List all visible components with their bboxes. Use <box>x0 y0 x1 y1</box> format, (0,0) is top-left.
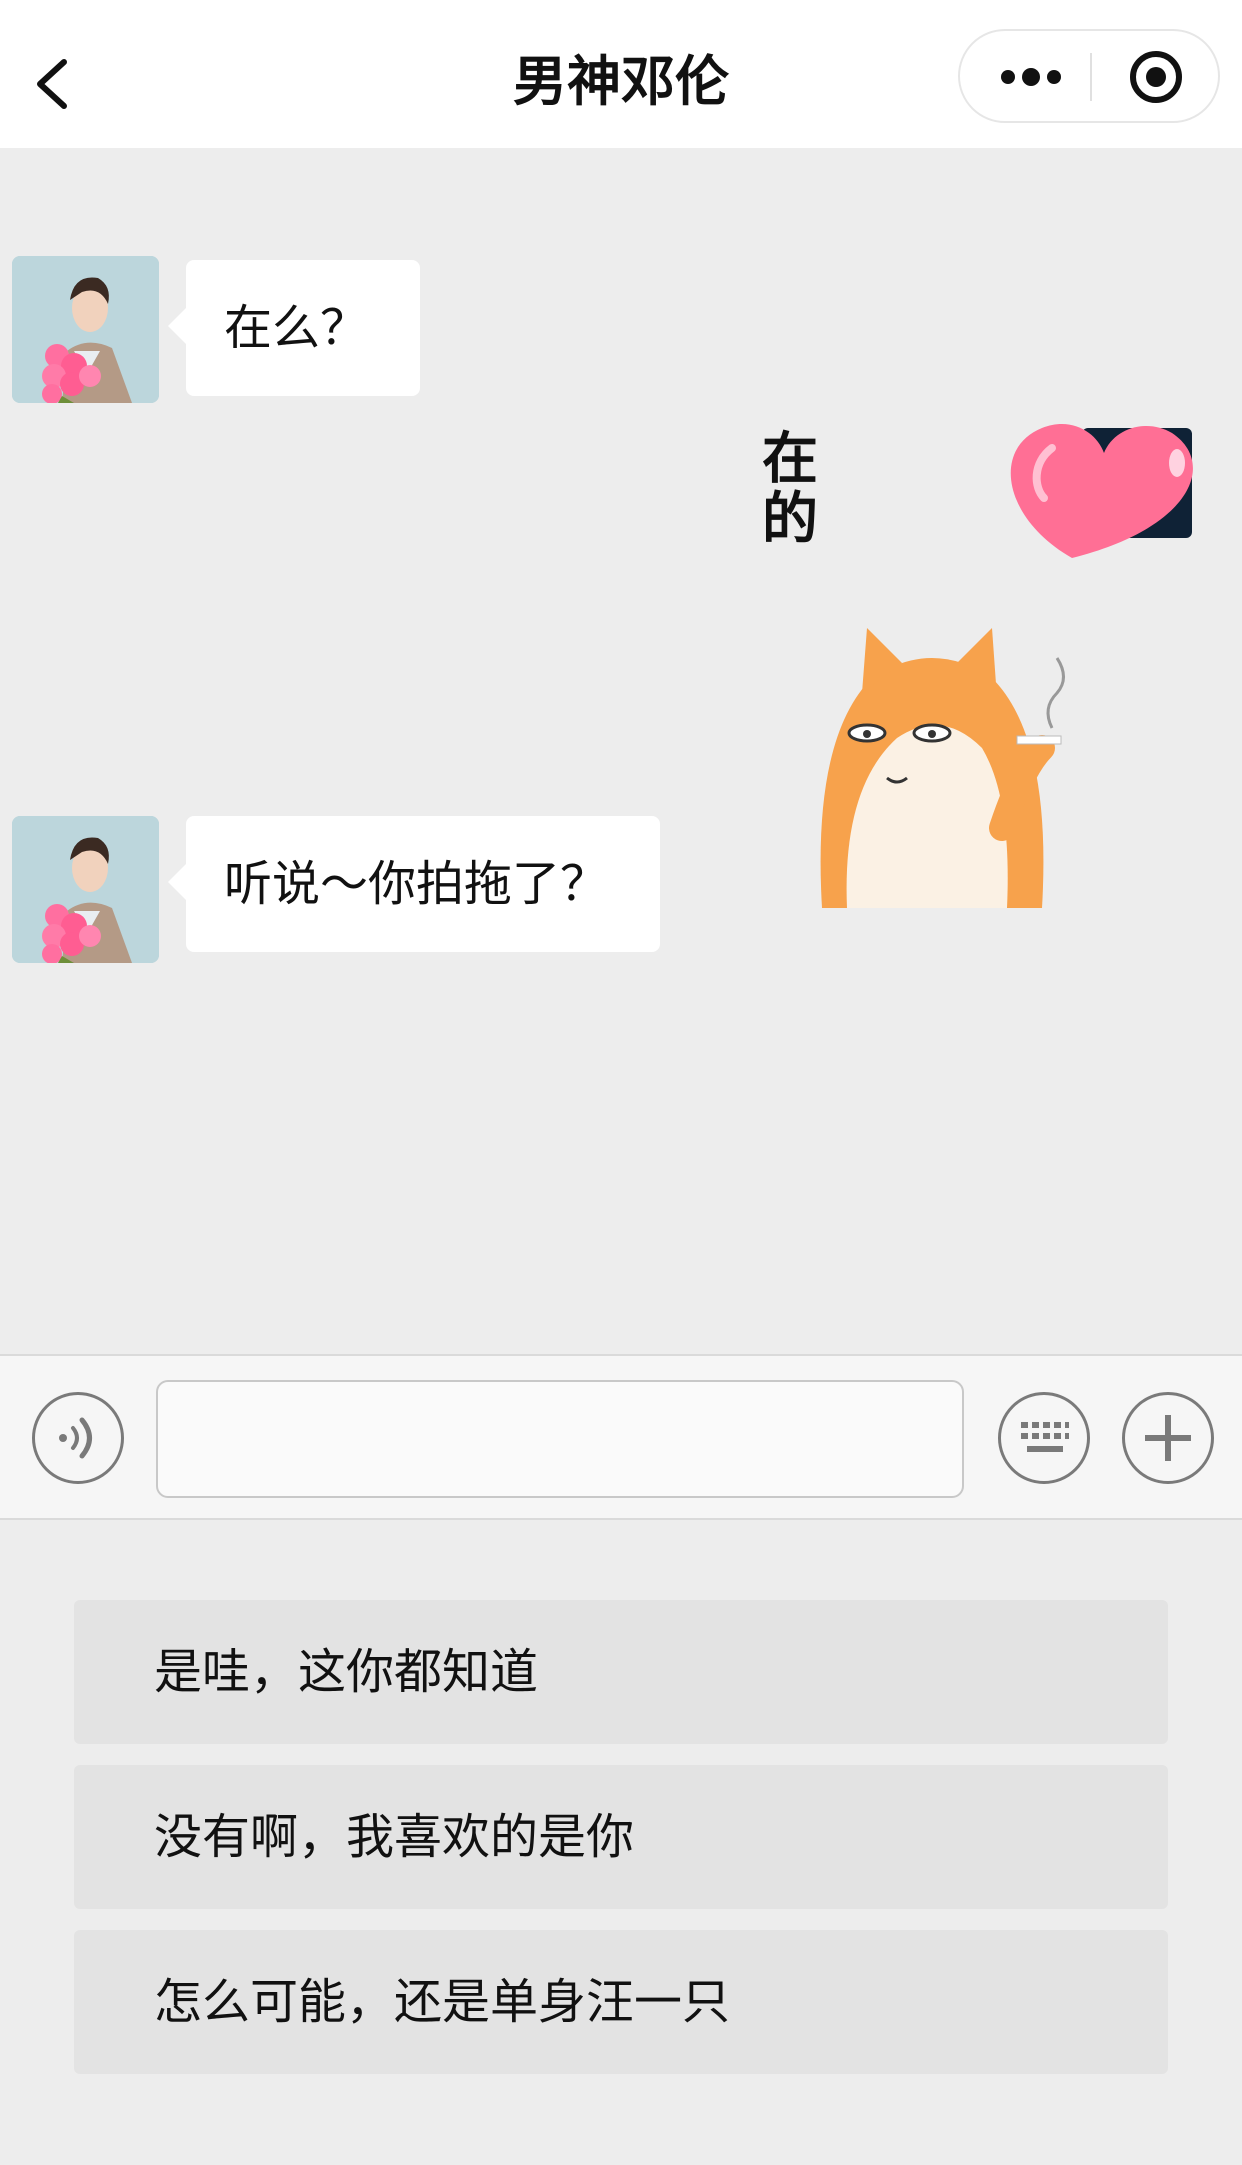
message-bubble: 听说～你拍拖了？ <box>167 816 661 952</box>
keyboard-button[interactable] <box>998 1392 1090 1484</box>
nav-bar: 男神邓伦 <box>0 18 1242 148</box>
message-bubble: 在么？ <box>167 260 421 396</box>
capsule-divider <box>1090 53 1092 101</box>
more-dots-icon[interactable] <box>996 55 1066 99</box>
reply-option[interactable]: 是哇，这你都知道 <box>74 1600 1168 1744</box>
reply-option[interactable]: 怎么可能，还是单身汪一只 <box>74 1930 1168 2074</box>
voice-icon <box>59 1417 92 1459</box>
capsule-menu <box>958 29 1220 123</box>
plus-icon <box>1145 1415 1191 1461</box>
keyboard-icon <box>1021 1422 1069 1452</box>
sticker-text-1: 在 <box>762 427 818 492</box>
message-input[interactable] <box>156 1380 964 1498</box>
sticker-image[interactable]: 在 的 <box>752 408 1242 908</box>
reply-options-panel: 是哇，这你都知道 没有啊，我喜欢的是你 怎么可能，还是单身汪一只 <box>0 1520 1242 2165</box>
target-icon[interactable] <box>1128 49 1184 105</box>
avatar[interactable] <box>12 816 159 963</box>
voice-button[interactable] <box>32 1392 124 1484</box>
sticker-text-2: 的 <box>762 487 818 552</box>
reply-option[interactable]: 没有啊，我喜欢的是你 <box>74 1765 1168 1909</box>
status-bar <box>0 0 1242 18</box>
input-bar <box>0 1354 1242 1520</box>
plus-button[interactable] <box>1122 1392 1214 1484</box>
avatar-photo <box>12 256 159 403</box>
avatar[interactable] <box>12 256 159 403</box>
chat-area[interactable]: 在么？ 在 的 听说～你拍拖了？ <box>0 148 1242 1354</box>
avatar-photo <box>12 816 159 963</box>
